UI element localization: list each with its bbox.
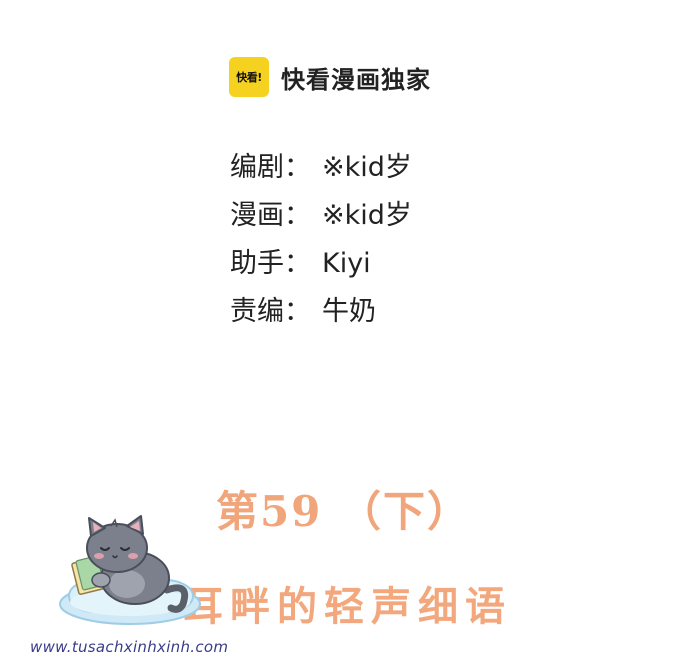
credit-label: 责编 xyxy=(230,296,284,327)
credits-list: 编剧 ： ※kid岁 漫画 ： ※kid岁 助手 ： Kiyi 责编 ： 牛奶 xyxy=(230,145,412,337)
credit-colon: ： xyxy=(284,296,311,327)
kuaikan-logo-icon: 快看! xyxy=(229,57,269,97)
credit-value: ※kid岁 xyxy=(322,200,412,231)
cat-on-cloud-icon xyxy=(55,512,205,632)
brand-name: 快看漫画独家 xyxy=(281,65,431,94)
credit-row-artist: 漫画 ： ※kid岁 xyxy=(230,193,412,241)
credit-colon: ： xyxy=(284,200,311,231)
credit-row-editor: 责编 ： 牛奶 xyxy=(230,289,412,337)
credit-row-assistant: 助手 ： Kiyi xyxy=(230,241,412,289)
comic-credits-page: 快看! 快看漫画独家 编剧 ： ※kid岁 漫画 ： ※kid岁 助手 ： Ki… xyxy=(0,0,695,667)
brand-logo-text: 快看! xyxy=(236,71,262,84)
chapter-title-text: 第59 （下） xyxy=(215,487,472,536)
credit-value: Kiyi xyxy=(322,248,371,279)
credit-value: ※kid岁 xyxy=(322,152,412,183)
credit-label: 助手 xyxy=(230,248,284,279)
site-watermark: www.tusachxinhxinh.com xyxy=(30,638,229,656)
chapter-subtitle: 耳畔的轻声细语 xyxy=(183,583,512,630)
credit-row-writer: 编剧 ： ※kid岁 xyxy=(230,145,412,193)
credit-label: 编剧 xyxy=(230,152,284,183)
brand-header: 快看! 快看漫画独家 xyxy=(229,57,431,97)
credit-label: 漫画 xyxy=(230,200,284,231)
credit-value: 牛奶 xyxy=(322,296,376,327)
credit-colon: ： xyxy=(284,152,311,183)
credit-colon: ： xyxy=(284,248,311,279)
